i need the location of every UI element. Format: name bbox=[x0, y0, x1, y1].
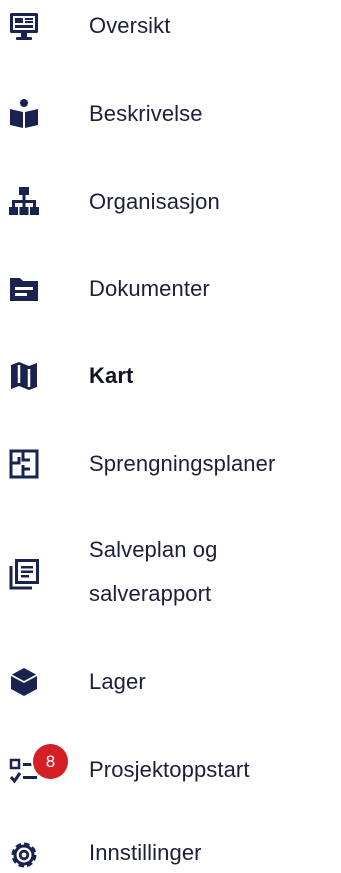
sidebar-item-label: Beskrivelse bbox=[89, 101, 203, 126]
sidebar-item-label: Innstillinger bbox=[89, 840, 202, 865]
reading-person-icon bbox=[8, 98, 40, 130]
sidebar-item-prosjektoppstart[interactable]: 8 Prosjektoppstart bbox=[0, 744, 341, 792]
sidebar-item-label: Lager bbox=[89, 669, 146, 694]
sidebar-item-dokumenter[interactable]: Dokumenter bbox=[0, 267, 341, 311]
cube-box-icon bbox=[8, 666, 40, 698]
notification-badge: 8 bbox=[33, 744, 68, 779]
sidebar-item-kart[interactable]: Kart bbox=[0, 354, 341, 398]
sidebar-item-organisasjon[interactable]: Organisasjon bbox=[0, 180, 341, 224]
sidebar-item-label: Kart bbox=[89, 363, 134, 388]
sidebar-item-oversikt[interactable]: Oversikt bbox=[0, 4, 341, 48]
sidebar-item-label: Salveplan og salverapport bbox=[89, 537, 218, 606]
map-icon bbox=[8, 360, 40, 392]
gear-icon bbox=[8, 839, 40, 871]
sidebar-navigation: Oversikt Beskrivelse Organisasjon Dokume… bbox=[0, 0, 341, 873]
report-pages-icon bbox=[8, 558, 40, 590]
dashboard-monitor-icon bbox=[8, 10, 40, 42]
sidebar-item-beskrivelse[interactable]: Beskrivelse bbox=[0, 92, 341, 136]
sidebar-item-label: Oversikt bbox=[89, 13, 171, 38]
org-chart-icon bbox=[8, 186, 40, 218]
sidebar-item-innstillinger[interactable]: Innstillinger bbox=[0, 835, 341, 873]
sidebar-item-label: Dokumenter bbox=[89, 276, 210, 301]
sidebar-item-sprengningsplaner[interactable]: Sprengningsplaner bbox=[0, 442, 341, 486]
sidebar-item-label: Prosjektoppstart bbox=[89, 757, 250, 782]
sidebar-item-label: Organisasjon bbox=[89, 189, 220, 214]
sidebar-item-lager[interactable]: Lager bbox=[0, 660, 341, 704]
sidebar-item-label: Sprengningsplaner bbox=[89, 451, 276, 476]
folder-icon bbox=[8, 273, 40, 305]
floor-plan-icon bbox=[8, 448, 40, 480]
sidebar-item-salveplan[interactable]: Salveplan og salverapport bbox=[0, 528, 341, 620]
